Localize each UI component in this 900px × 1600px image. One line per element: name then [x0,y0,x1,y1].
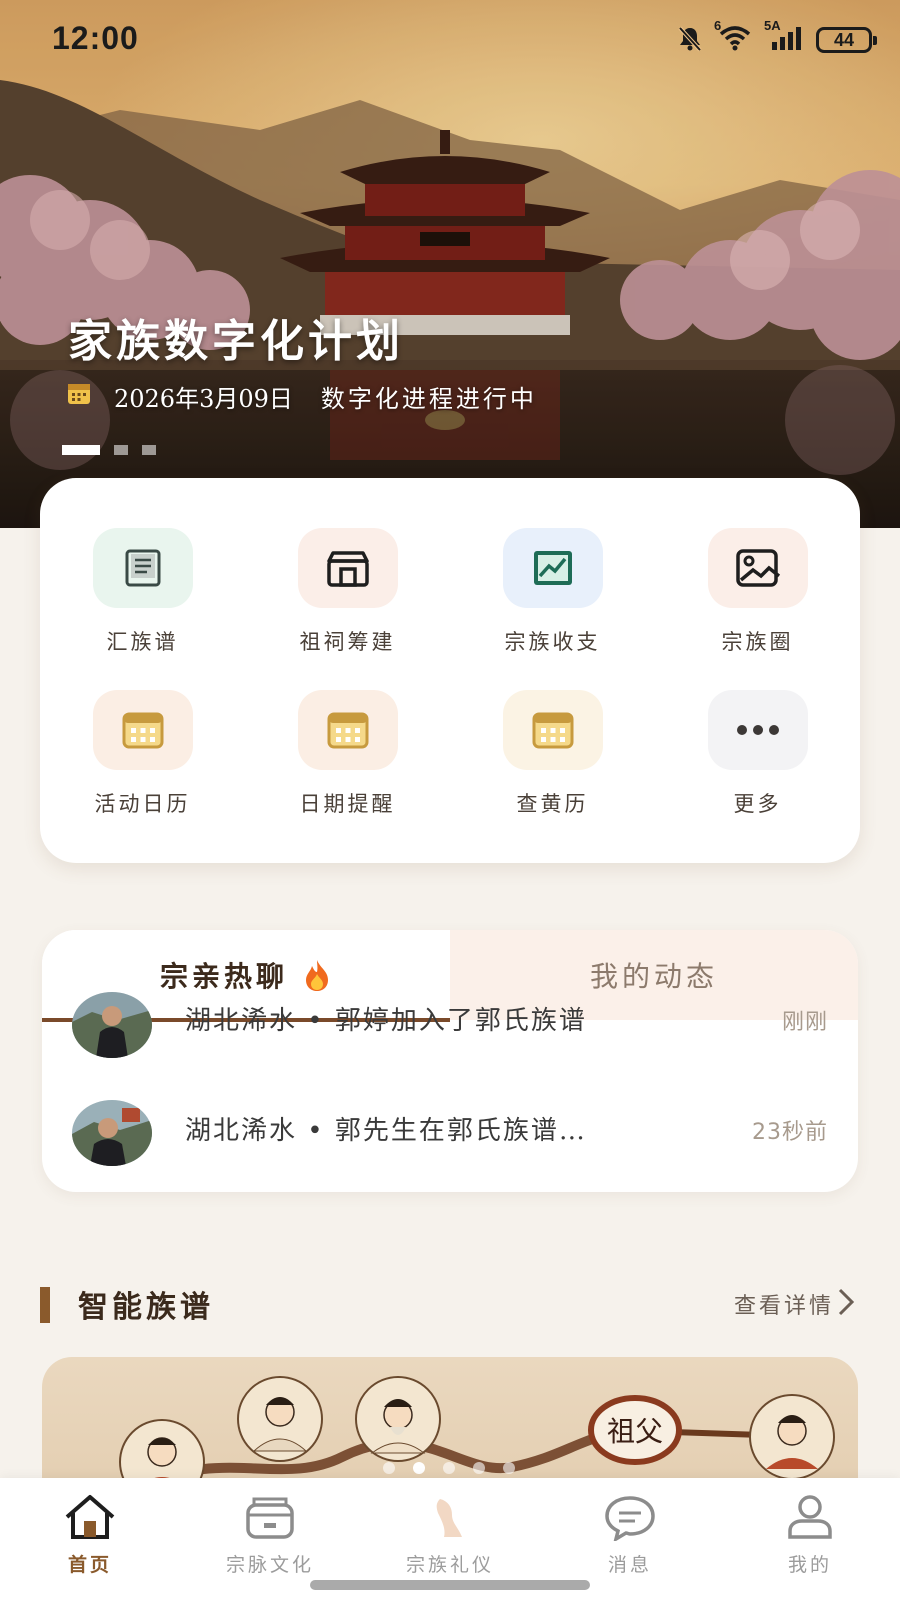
home-icon [60,1490,120,1544]
message-icon [600,1490,660,1544]
section-title: 智能族谱 [78,1290,214,1325]
avatar [72,1100,152,1166]
quick-access-item[interactable]: 活动日历 [40,690,245,850]
chat-time: 刚刚 [781,1010,828,1035]
view-details-link[interactable]: 查看详情 [734,1288,834,1320]
carousel-dot[interactable] [473,1462,485,1474]
box-icon [240,1490,300,1544]
quick-access-item[interactable]: 日期提醒 [245,690,450,850]
avatar [72,992,152,1058]
carousel-dot[interactable] [114,445,128,455]
carousel-dot[interactable] [142,445,156,455]
tab-clan-chat-label: 宗亲热聊 [159,960,288,993]
hero-subtitle: 2026年3月09日 数字化进程进行中 [66,378,537,414]
nav-profile-label: 我的 [787,1554,832,1576]
quick-access-item[interactable]: 宗族圈 [655,528,860,688]
banner-carousel-indicator [383,1462,515,1474]
tree-node-label: 祖父 [607,1415,663,1448]
nav-clan-culture[interactable]: 宗脉文化 [180,1490,360,1590]
nav-clan-ritual[interactable]: 宗族礼仪 [360,1490,540,1590]
quick-access-item[interactable]: 汇族谱 [40,528,245,688]
wifi-label: 6 [714,18,722,33]
mute-bell-icon [676,24,704,56]
battery-level: 44 [833,29,855,50]
chat-message: 湖北浠水 • 郭先生在郭氏族谱… [185,1116,587,1146]
carousel-dot[interactable] [383,1462,395,1474]
nav-home[interactable]: 首页 [0,1490,180,1590]
battery-icon: 44 [816,27,877,53]
chat-row[interactable]: 湖北浠水 • 郭先生在郭氏族谱… 23秒前 [42,1098,858,1178]
nav-profile[interactable]: 我的 [720,1490,900,1590]
nav-messages[interactable]: 消息 [540,1490,720,1590]
signal-icon: 5A [764,18,802,56]
image-icon [707,528,808,608]
network-label: 5A [764,18,781,33]
quick-access-label: 祖祠筹建 [299,630,396,654]
calendar-icon [502,690,603,770]
home-indicator[interactable] [310,1580,590,1590]
temple-icon [297,528,398,608]
status-time: 12:00 [52,20,139,56]
section-accent-bar [40,1287,50,1323]
hero-carousel-indicator [62,445,156,455]
nav-clan-ritual-label: 宗族礼仪 [405,1554,494,1576]
calendar-icon [297,690,398,770]
quick-access-item[interactable]: 查黄历 [450,690,655,850]
quick-access-label: 更多 [733,792,782,816]
clan-chat-card: 宗亲热聊 我的动态 湖北浠水 • 郭婷加入了郭氏族谱 刚刚 湖北浠水 • 郭先生… [42,930,858,1192]
quick-access-label: 宗族收支 [504,630,601,654]
quick-access-label: 查黄历 [516,792,589,816]
more-icon [707,690,808,770]
nav-clan-culture-label: 宗脉文化 [225,1554,314,1576]
fire-icon [302,958,332,992]
status-icons: 6 5A 44 [676,18,877,58]
carousel-dot[interactable] [503,1462,515,1474]
nav-messages-label: 消息 [607,1554,652,1576]
quick-access-label: 汇族谱 [106,630,179,654]
quick-access-label: 宗族圈 [721,630,794,654]
wifi-icon: 6 [714,18,752,56]
nav-home-label: 首页 [67,1554,112,1576]
chat-message: 湖北浠水 • 郭婷加入了郭氏族谱 [185,1006,587,1036]
carousel-dot[interactable] [62,445,100,455]
book-icon [92,528,193,608]
hero-title: 家族数字化计划 [68,316,404,367]
quick-access-item[interactable]: 宗族收支 [450,528,655,688]
quick-access-label: 日期提醒 [299,792,396,816]
quick-access-label: 活动日历 [94,792,191,816]
chat-row[interactable]: 湖北浠水 • 郭婷加入了郭氏族谱 刚刚 [42,992,858,1072]
chat-time: 23秒前 [752,1120,828,1145]
quick-access-card: 汇族谱 祖祠筹建 宗族收支 宗族圈活动日历 日期提醒 查黄历 更多 [40,478,860,863]
quick-access-item[interactable]: 更多 [655,690,860,850]
hero-date: 2026年3月09日 [114,384,293,413]
hero-status: 数字化进程进行中 [320,384,537,413]
profile-icon [780,1490,840,1544]
status-bar: 12:00 6 5A 44 [0,0,900,80]
carousel-dot[interactable] [443,1462,455,1474]
chart-icon [502,528,603,608]
calendar-icon [92,690,193,770]
carousel-dot[interactable] [413,1462,425,1474]
calendar-icon [66,380,92,412]
ritual-icon [420,1490,480,1544]
quick-access-item[interactable]: 祖祠筹建 [245,528,450,688]
chevron-right-icon[interactable] [834,1286,858,1318]
